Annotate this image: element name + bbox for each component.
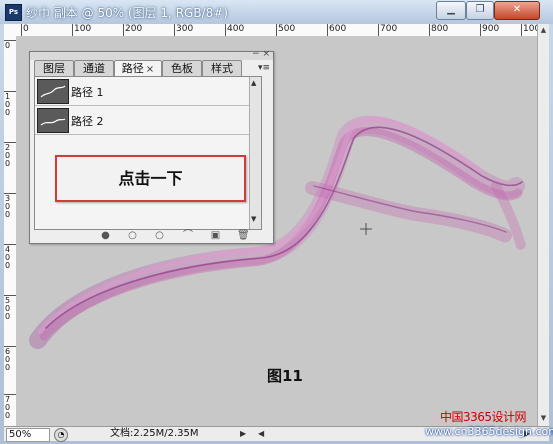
- panel-footer: ● ○ ○ ⌒ ▣ 🗑: [30, 228, 273, 243]
- path-thumbnail: [37, 108, 69, 133]
- restore-icon: ❐: [475, 4, 485, 15]
- path-label: 路径 2: [71, 115, 104, 128]
- ruler-label: 500: [5, 296, 11, 321]
- scroll-down-icon[interactable]: ▼: [538, 412, 549, 424]
- fill-path-icon[interactable]: ●: [100, 230, 111, 241]
- tab-layers[interactable]: 图层: [34, 60, 74, 76]
- ruler-label: 600: [5, 347, 11, 372]
- stroke-path-icon[interactable]: ○: [127, 230, 138, 241]
- vertical-scrollbar[interactable]: ▲ ▼: [537, 24, 549, 426]
- figure-label: 图11: [267, 367, 303, 385]
- watermark-text: 中国3365设计网: [440, 410, 527, 424]
- close-icon: ✕: [512, 4, 522, 15]
- status-menu-icon[interactable]: ◔: [54, 428, 68, 442]
- status-arrow-icon[interactable]: ▶: [240, 427, 246, 441]
- ruler-label: 100: [74, 24, 92, 34]
- panel-collapse-icon[interactable]: − ×: [252, 49, 270, 59]
- ruler-label: 200: [125, 24, 143, 34]
- ruler-label: 100: [5, 92, 11, 117]
- document-size: 文档:2.25M/2.35M: [110, 428, 199, 439]
- tab-paths[interactable]: 路径 ×: [114, 60, 162, 77]
- ruler-label: 0: [5, 41, 11, 50]
- new-path-icon[interactable]: ▣: [210, 230, 221, 241]
- ruler-label: 700: [380, 24, 398, 34]
- ruler-label: 600: [329, 24, 347, 34]
- trash-icon[interactable]: 🗑: [237, 230, 250, 241]
- list-scrollbar[interactable]: ▲ ▼: [249, 77, 261, 229]
- photoshop-app-icon: Ps: [5, 4, 22, 21]
- ruler-label: 500: [278, 24, 296, 34]
- minimize-icon: ▁: [447, 4, 455, 15]
- path-thumbnail: [37, 79, 69, 104]
- panel-drag-bar[interactable]: − ×: [30, 49, 273, 60]
- ruler-label: 200: [5, 143, 11, 168]
- path-row-2[interactable]: 路径 2: [35, 106, 261, 135]
- ruler-label: 900: [482, 24, 500, 34]
- panel-menu-icon[interactable]: ▾≡: [258, 63, 270, 73]
- minimize-button[interactable]: ▁: [436, 1, 466, 20]
- tab-close-icon[interactable]: ×: [146, 64, 154, 75]
- photoshop-document-window: Ps 纱巾 副本 @ 50% (图层 1, RGB/8#) ▁ ❐ ✕ 0 10…: [0, 0, 553, 444]
- scroll-left-icon[interactable]: ◀: [258, 427, 264, 441]
- scroll-up-icon[interactable]: ▲: [251, 79, 256, 87]
- instruction-callout: 点击一下: [55, 155, 246, 202]
- tab-styles[interactable]: 样式: [202, 60, 242, 76]
- paths-list: 路径 1 路径 2 ▲ ▼ 点击一下: [34, 76, 262, 230]
- ruler-label: 400: [227, 24, 245, 34]
- ruler-label: 800: [431, 24, 449, 34]
- tab-swatches[interactable]: 色板: [162, 60, 202, 76]
- paths-panel: − × 图层 通道 路径 × 色板 样式 ▾≡ 路径 1 路径 2 ▲ ▼ 点击…: [29, 49, 274, 244]
- load-selection-icon[interactable]: ○: [154, 230, 165, 241]
- close-button[interactable]: ✕: [494, 1, 540, 20]
- tab-channels[interactable]: 通道: [74, 60, 114, 76]
- scroll-down-icon[interactable]: ▼: [251, 215, 256, 223]
- path-row-1[interactable]: 路径 1: [35, 77, 261, 106]
- ruler-label: 300: [5, 194, 11, 219]
- window-title: 纱巾 副本 @ 50% (图层 1, RGB/8#): [26, 6, 228, 20]
- ruler-label: 400: [5, 245, 11, 270]
- ruler-label: 700: [5, 395, 11, 420]
- path-label: 路径 1: [71, 86, 104, 99]
- watermark-url: www.cn3365design.com: [425, 425, 553, 438]
- ruler-label: 0: [23, 24, 29, 34]
- zoom-field[interactable]: 50%: [6, 428, 50, 442]
- ruler-label: 300: [176, 24, 194, 34]
- scroll-up-icon[interactable]: ▲: [538, 24, 549, 36]
- make-work-path-icon[interactable]: ⌒: [180, 230, 196, 241]
- restore-button[interactable]: ❐: [466, 1, 494, 20]
- crosshair-cursor-icon: [360, 223, 372, 235]
- title-bar[interactable]: Ps 纱巾 副本 @ 50% (图层 1, RGB/8#) ▁ ❐ ✕: [0, 0, 553, 24]
